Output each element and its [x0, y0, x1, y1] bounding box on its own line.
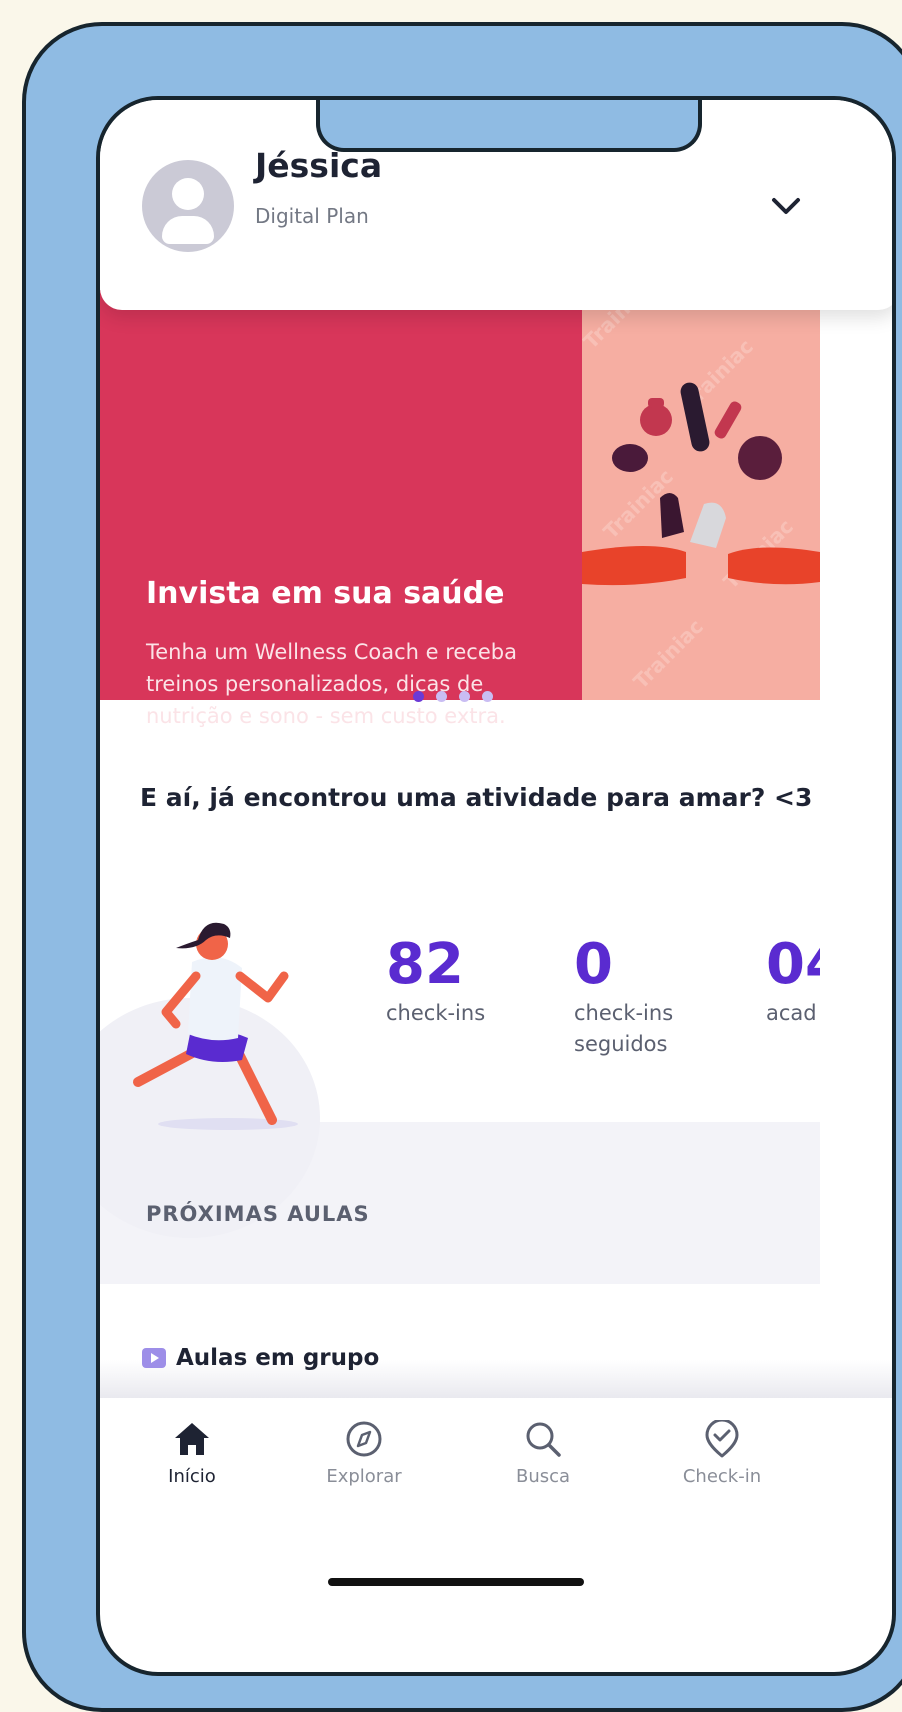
- stat-checkins-value: 82: [386, 932, 464, 997]
- search-icon: [526, 1422, 561, 1457]
- carousel-dot[interactable]: [482, 691, 493, 702]
- compass-icon: [346, 1421, 382, 1457]
- app-screen: Jéssica Digital Plan Trainiac Trainiac T…: [96, 96, 896, 1676]
- video-play-icon: [142, 1348, 166, 1368]
- bottom-navigation: Início Explorar Busca Check-in: [100, 1398, 892, 1518]
- nav-search[interactable]: Busca: [473, 1420, 613, 1487]
- banner-description: Tenha um Wellness Coach e receba treinos…: [146, 640, 517, 728]
- promo-banner[interactable]: Trainiac Trainiac Trainiac Trainiac Trai…: [100, 290, 820, 800]
- stat-checkins-label: check-ins: [386, 1001, 486, 1025]
- upcoming-classes-title: PRÓXIMAS AULAS: [146, 1202, 370, 1226]
- checkin-pin-icon: [705, 1420, 739, 1458]
- stat-gyms-label: acad: [766, 1001, 817, 1025]
- avatar-body-shape: [162, 216, 214, 244]
- carousel-dot-active[interactable]: [413, 691, 424, 702]
- home-indicator[interactable]: [328, 1578, 584, 1586]
- stat-streak-label: check-ins seguidos: [574, 1001, 674, 1056]
- banner-title: Invista em sua saúde: [146, 576, 505, 611]
- nav-search-label: Busca: [515, 1466, 571, 1487]
- nav-checkin-label: Check-in: [682, 1466, 762, 1487]
- nav-explore[interactable]: Explorar: [294, 1420, 434, 1487]
- avatar-head-shape: [172, 178, 204, 210]
- carousel-dot[interactable]: [436, 691, 447, 702]
- carousel-dots[interactable]: [413, 691, 493, 702]
- phone-notch: [316, 100, 702, 152]
- watermark-text: Trainiac: [629, 614, 708, 693]
- avatar[interactable]: [142, 160, 234, 252]
- chevron-down-icon[interactable]: [766, 192, 806, 222]
- stat-streak-value: 0: [574, 932, 613, 997]
- user-plan: Digital Plan: [255, 204, 369, 228]
- nav-explore-label: Explorar: [326, 1466, 402, 1487]
- phone-frame: Jéssica Digital Plan Trainiac Trainiac T…: [22, 22, 902, 1712]
- group-classes-label: Aulas em grupo: [176, 1345, 380, 1371]
- group-classes-row[interactable]: Aulas em grupo: [142, 1345, 379, 1371]
- nav-checkin[interactable]: Check-in: [652, 1420, 792, 1487]
- carousel-dot[interactable]: [459, 691, 470, 702]
- home-icon: [175, 1423, 209, 1455]
- banner-illustration: Trainiac Trainiac Trainiac Trainiac Trai…: [582, 290, 820, 700]
- activity-question: E aí, já encontrou uma atividade para am…: [140, 783, 813, 812]
- nav-home[interactable]: Início: [122, 1420, 262, 1487]
- stat-gyms-value: 04: [766, 932, 820, 997]
- nav-home-label: Início: [168, 1466, 216, 1487]
- runner-illustration: [128, 900, 328, 1130]
